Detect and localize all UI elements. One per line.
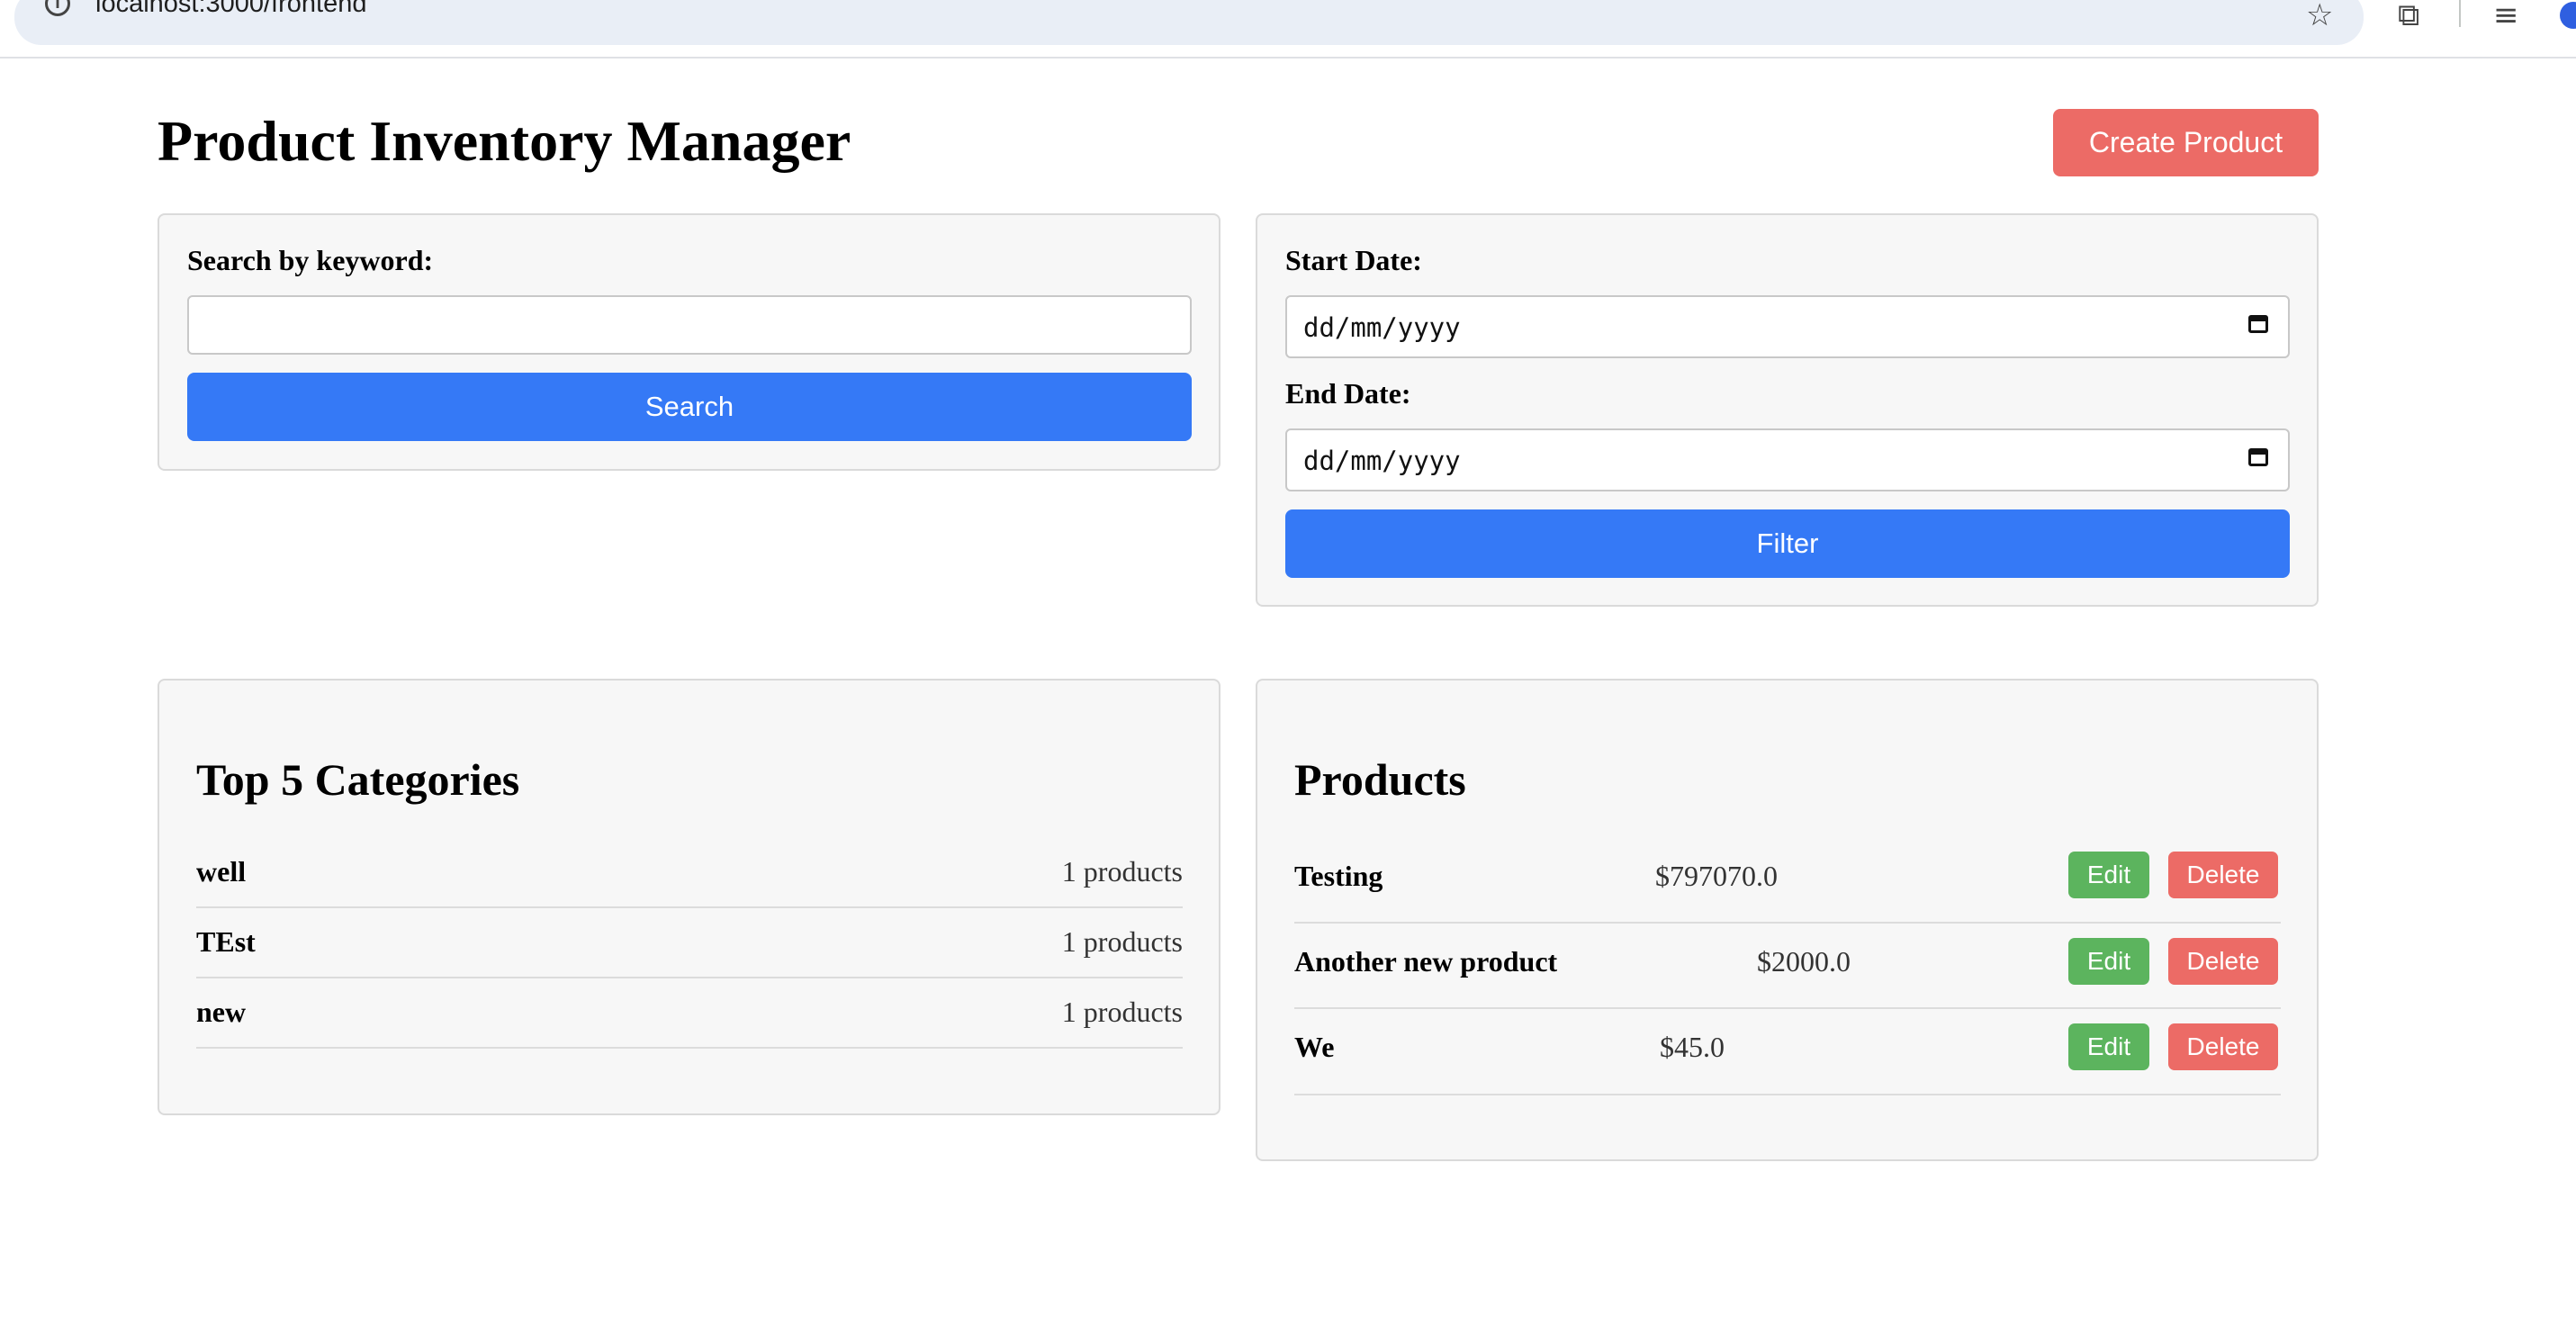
products-title: Products — [1294, 754, 1466, 805]
delete-button[interactable]: Delete — [2168, 852, 2278, 898]
product-price: $797070.0 — [1655, 860, 1778, 892]
list-item: new 1 products — [196, 978, 1183, 1049]
media-icon[interactable]: ≡ — [2493, 0, 2519, 31]
calendar-icon[interactable] — [2248, 315, 2268, 333]
info-icon[interactable]: i — [45, 0, 70, 16]
search-button[interactable]: Search — [187, 373, 1192, 441]
browser-toolbar: i localhost:3000/frontend ☆ ⧉ ≡ — [0, 0, 2576, 59]
categories-title: Top 5 Categories — [196, 754, 520, 805]
search-input[interactable] — [187, 295, 1192, 355]
star-icon[interactable]: ☆ — [2306, 0, 2333, 31]
start-date-value: dd/mm/yyyy — [1303, 312, 1461, 343]
category-name: new — [196, 996, 247, 1028]
category-count: 1 products — [1061, 996, 1183, 1028]
table-row: We $45.0 Edit Delete — [1294, 1009, 2281, 1095]
product-name: Testing — [1294, 860, 1383, 892]
filter-button[interactable]: Filter — [1285, 509, 2290, 578]
products-panel: Products Testing $797070.0 Edit Delete A… — [1256, 679, 2319, 1161]
category-count: 1 products — [1061, 855, 1183, 888]
product-price: $2000.0 — [1757, 945, 1851, 978]
search-label: Search by keyword: — [187, 244, 434, 276]
date-filter-panel: Start Date: dd/mm/yyyy End Date: dd/mm/y… — [1256, 213, 2319, 607]
product-price: $45.0 — [1660, 1031, 1725, 1063]
toolbar-divider — [2459, 0, 2461, 27]
categories-panel: Top 5 Categories well 1 products TEst 1 … — [158, 679, 1220, 1115]
category-count: 1 products — [1061, 925, 1183, 958]
start-date-input[interactable]: dd/mm/yyyy — [1285, 295, 2290, 358]
address-bar[interactable]: i localhost:3000/frontend — [14, 0, 2364, 45]
category-name: well — [196, 855, 247, 888]
end-date-value: dd/mm/yyyy — [1303, 446, 1461, 476]
address-url[interactable]: localhost:3000/frontend — [95, 0, 367, 18]
edit-button[interactable]: Edit — [2068, 938, 2149, 985]
table-row: Testing $797070.0 Edit Delete — [1294, 837, 2281, 924]
category-name: TEst — [196, 925, 256, 958]
product-name: We — [1294, 1031, 1335, 1063]
create-product-button[interactable]: Create Product — [2053, 109, 2319, 176]
edit-button[interactable]: Edit — [2068, 852, 2149, 898]
calendar-icon[interactable] — [2248, 448, 2268, 466]
delete-button[interactable]: Delete — [2168, 938, 2278, 985]
delete-button[interactable]: Delete — [2168, 1023, 2278, 1070]
list-item: well 1 products — [196, 837, 1183, 908]
end-date-input[interactable]: dd/mm/yyyy — [1285, 428, 2290, 491]
table-row: Another new product $2000.0 Edit Delete — [1294, 924, 2281, 1009]
list-item: TEst 1 products — [196, 908, 1183, 978]
start-date-label: Start Date: — [1285, 244, 1422, 276]
profile-icon[interactable] — [2560, 2, 2576, 29]
end-date-label: End Date: — [1285, 377, 1411, 410]
page-title: Product Inventory Manager — [158, 109, 851, 173]
edit-button[interactable]: Edit — [2068, 1023, 2149, 1070]
search-panel: Search by keyword: Search — [158, 213, 1220, 471]
extensions-icon[interactable]: ⧉ — [2398, 0, 2419, 31]
product-name: Another new product — [1294, 945, 1558, 978]
